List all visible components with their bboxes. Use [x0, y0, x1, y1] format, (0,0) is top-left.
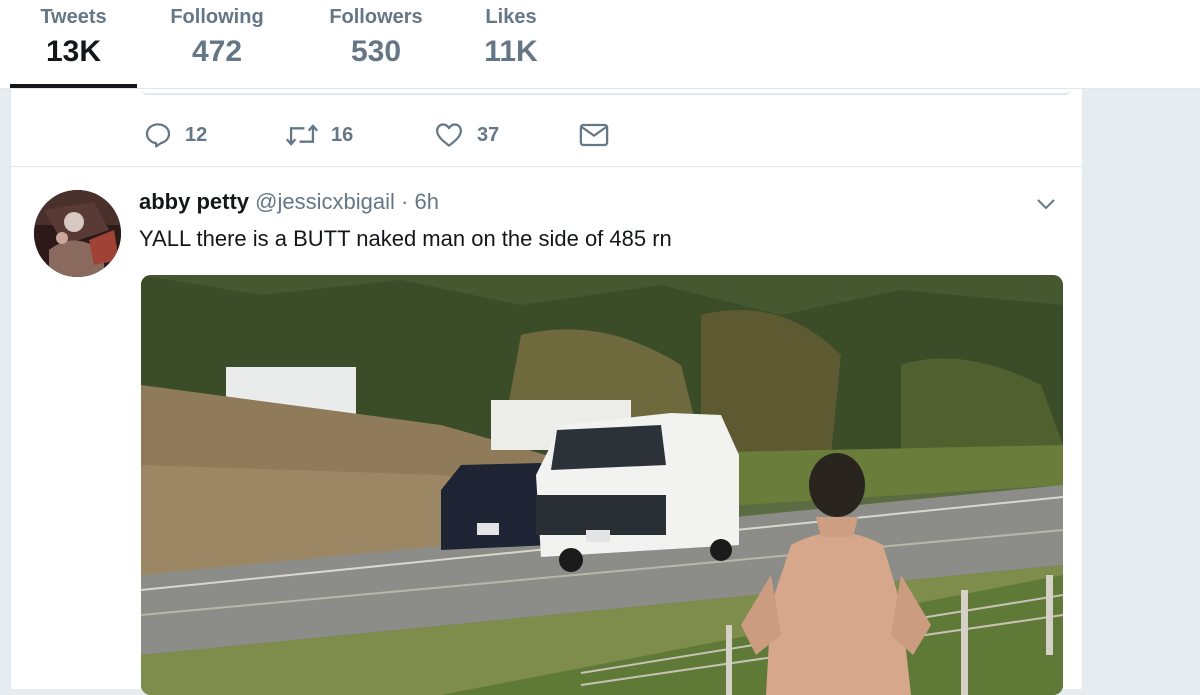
nav-tweets-label: Tweets	[40, 6, 107, 28]
tweet-text: YALL there is a BUTT naked man on the si…	[139, 226, 672, 251]
previous-tweet-actions: 12 16 37	[143, 119, 609, 151]
reply-button[interactable]: 12	[143, 120, 285, 150]
like-count: 37	[477, 123, 500, 146]
direct-message-button[interactable]	[579, 122, 609, 148]
active-tab-indicator	[10, 84, 137, 88]
chevron-down-icon	[1037, 199, 1055, 210]
nav-likes[interactable]: Likes 11K	[472, 0, 550, 88]
profile-nav: Tweets 13K Following 472 Followers 530 L…	[0, 0, 1200, 89]
like-button[interactable]: 37	[433, 120, 579, 150]
nav-likes-label: Likes	[485, 6, 537, 28]
author-handle[interactable]: @jessicxbigail	[255, 189, 395, 214]
author-name[interactable]: abby petty	[139, 189, 249, 214]
nav-likes-count: 11K	[484, 35, 538, 68]
retweet-icon	[285, 124, 319, 146]
photo-highway-scene	[141, 275, 1063, 695]
tweet-divider	[11, 166, 1082, 167]
tweet-timestamp[interactable]: 6h	[414, 189, 438, 214]
tweet-options-button[interactable]	[1036, 197, 1056, 211]
nav-tweets-count: 13K	[45, 35, 102, 68]
like-icon	[436, 123, 462, 147]
direct-message-icon	[579, 123, 609, 147]
nav-following-count: 472	[191, 35, 243, 68]
reply-icon	[145, 123, 171, 148]
avatar-photo	[34, 190, 121, 277]
tweet-media-photo[interactable]	[141, 275, 1063, 695]
avatar[interactable]	[34, 190, 121, 277]
header-separator: ·	[401, 189, 409, 214]
previous-tweet-media-edge	[141, 89, 1071, 95]
timeline: 12 16 37 abby petty @jessicxbigail · 6h …	[10, 89, 1083, 695]
retweet-button[interactable]: 16	[285, 120, 433, 150]
retweet-count: 16	[331, 123, 354, 146]
nav-followers-label: Followers	[329, 6, 423, 28]
nav-following-label: Following	[170, 6, 264, 28]
reply-count: 12	[185, 123, 208, 146]
tweet-header: abby petty @jessicxbigail · 6h	[139, 189, 439, 215]
nav-followers[interactable]: Followers 530	[318, 0, 434, 88]
nav-following[interactable]: Following 472	[158, 0, 276, 88]
nav-tweets[interactable]: Tweets 13K	[10, 0, 137, 88]
nav-followers-count: 530	[350, 35, 402, 68]
